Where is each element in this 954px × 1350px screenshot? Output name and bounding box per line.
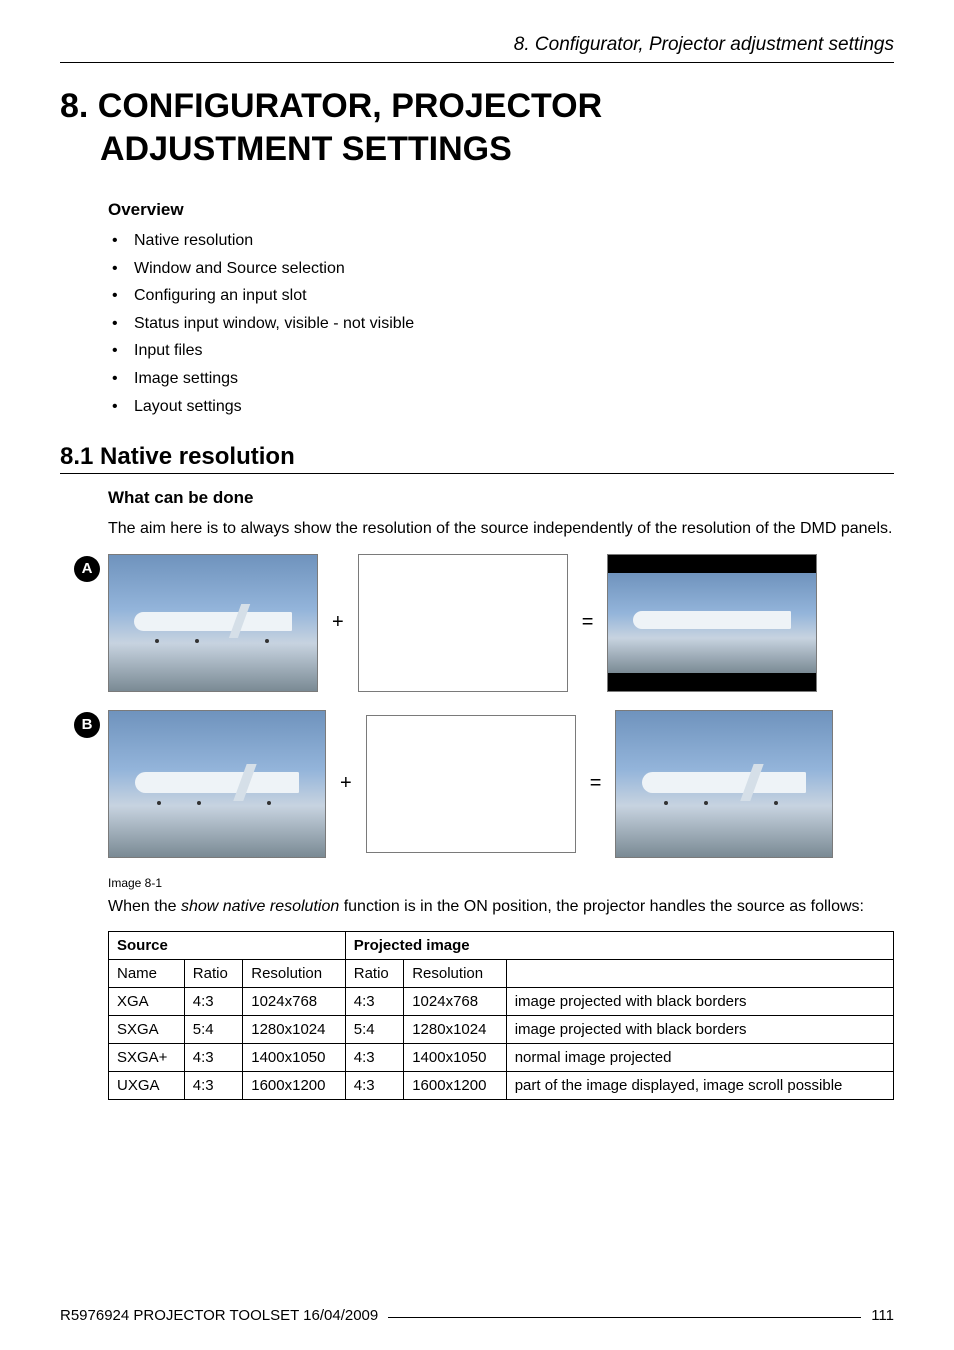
page-footer: R5976924 PROJECTOR TOOLSET 16/04/2009 11… <box>60 1307 894 1324</box>
section-body: The aim here is to always show the resol… <box>108 518 894 540</box>
diagram-unit: A <box>108 554 318 692</box>
cell-res: 1280x1024 <box>404 1016 507 1044</box>
diagram-caption: Image 8-1 <box>108 876 894 890</box>
sentence-pre: When the <box>108 898 181 915</box>
cell-res: 1280x1024 <box>243 1016 346 1044</box>
after-diagram-sentence: When the show native resolution function… <box>108 896 894 918</box>
plus-icon: + <box>332 611 344 634</box>
list-item: Native resolution <box>108 230 894 252</box>
col-ratio: Ratio <box>345 960 403 988</box>
section-title: 8.1 Native resolution <box>60 443 894 471</box>
plane-icon <box>135 772 299 792</box>
cell-name: SXGA+ <box>109 1044 185 1072</box>
cell-res: 1600x1200 <box>243 1072 346 1100</box>
blank-panel-tile <box>358 554 568 692</box>
cell-note: part of the image displayed, image scrol… <box>506 1072 893 1100</box>
table-row: UXGA 4:3 1600x1200 4:3 1600x1200 part of… <box>109 1072 894 1100</box>
plane-icon <box>633 611 791 629</box>
list-item: Window and Source selection <box>108 258 894 280</box>
table-row: SXGA+ 4:3 1400x1050 4:3 1400x1050 normal… <box>109 1044 894 1072</box>
cell-res: 1600x1200 <box>404 1072 507 1100</box>
wheels-icon <box>155 639 159 643</box>
table-row: XGA 4:3 1024x768 4:3 1024x768 image proj… <box>109 988 894 1016</box>
col-resolution: Resolution <box>243 960 346 988</box>
list-item: Configuring an input slot <box>108 285 894 307</box>
badge-a-icon: A <box>74 556 100 582</box>
cell-name: XGA <box>109 988 185 1016</box>
equals-icon: = <box>590 772 602 795</box>
cell-ratio: 4:3 <box>184 1044 242 1072</box>
source-image-tile <box>108 554 318 692</box>
resolution-table: Source Projected image Name Ratio Resolu… <box>108 931 894 1100</box>
col-note <box>506 960 893 988</box>
chapter-title-line1: 8. CONFIGURATOR, PROJECTOR <box>60 87 602 125</box>
list-item: Layout settings <box>108 396 894 418</box>
plane-icon <box>134 612 292 631</box>
cell-ratio: 4:3 <box>345 1044 403 1072</box>
cell-ratio: 4:3 <box>184 988 242 1016</box>
col-resolution: Resolution <box>404 960 507 988</box>
col-name: Name <box>109 960 185 988</box>
list-item: Image settings <box>108 368 894 390</box>
wheels-icon <box>664 801 668 805</box>
footer-page-number: 111 <box>871 1307 894 1324</box>
cell-name: SXGA <box>109 1016 185 1044</box>
col-ratio: Ratio <box>184 960 242 988</box>
list-item: Input files <box>108 340 894 362</box>
cell-name: UXGA <box>109 1072 185 1100</box>
cell-res: 1024x768 <box>404 988 507 1016</box>
cell-res: 1400x1050 <box>404 1044 507 1072</box>
overview-list: Native resolution Window and Source sele… <box>108 230 894 417</box>
sentence-post: function is in the ON position, the proj… <box>339 898 864 915</box>
group-header-source: Source <box>109 932 346 960</box>
table-sub-header-row: Name Ratio Resolution Ratio Resolution <box>109 960 894 988</box>
cell-ratio: 5:4 <box>345 1016 403 1044</box>
plane-icon <box>642 772 806 792</box>
cell-res: 1400x1050 <box>243 1044 346 1072</box>
chapter-title-line2: ADJUSTMENT SETTINGS <box>100 130 512 168</box>
sentence-em: show native resolution <box>181 898 339 915</box>
cell-note: normal image projected <box>506 1044 893 1072</box>
result-letterbox-tile <box>607 554 817 692</box>
cell-ratio: 4:3 <box>184 1072 242 1100</box>
group-header-projected: Projected image <box>345 932 893 960</box>
chapter-title: 8. CONFIGURATOR, PROJECTOR ADJUSTMENT SE… <box>60 85 894 170</box>
diagram-row-b: B + = <box>108 710 894 858</box>
list-item: Status input window, visible - not visib… <box>108 313 894 335</box>
plus-icon: + <box>340 772 352 795</box>
overview-heading: Overview <box>108 200 894 220</box>
section-rule <box>60 473 894 474</box>
blank-panel-tile <box>366 715 576 853</box>
table-row: SXGA 5:4 1280x1024 5:4 1280x1024 image p… <box>109 1016 894 1044</box>
head-rule <box>60 62 894 63</box>
diagram-row-a: A + = <box>108 554 894 692</box>
result-full-tile <box>615 710 833 858</box>
cell-note: image projected with black borders <box>506 1016 893 1044</box>
equals-icon: = <box>582 611 594 634</box>
source-image-tile <box>108 710 326 858</box>
sky-inner <box>608 573 816 673</box>
wheels-icon <box>157 801 161 805</box>
section-sub-heading: What can be done <box>108 488 894 508</box>
running-head: 8. Configurator, Projector adjustment se… <box>60 34 894 56</box>
cell-ratio: 4:3 <box>345 1072 403 1100</box>
cell-res: 1024x768 <box>243 988 346 1016</box>
footer-rule <box>388 1317 861 1318</box>
badge-b-icon: B <box>74 712 100 738</box>
diagram: A + = B + <box>108 554 894 1101</box>
diagram-unit: B <box>108 710 326 858</box>
cell-ratio: 5:4 <box>184 1016 242 1044</box>
table-group-header-row: Source Projected image <box>109 932 894 960</box>
cell-note: image projected with black borders <box>506 988 893 1016</box>
footer-left: R5976924 PROJECTOR TOOLSET 16/04/2009 <box>60 1307 378 1324</box>
cell-ratio: 4:3 <box>345 988 403 1016</box>
